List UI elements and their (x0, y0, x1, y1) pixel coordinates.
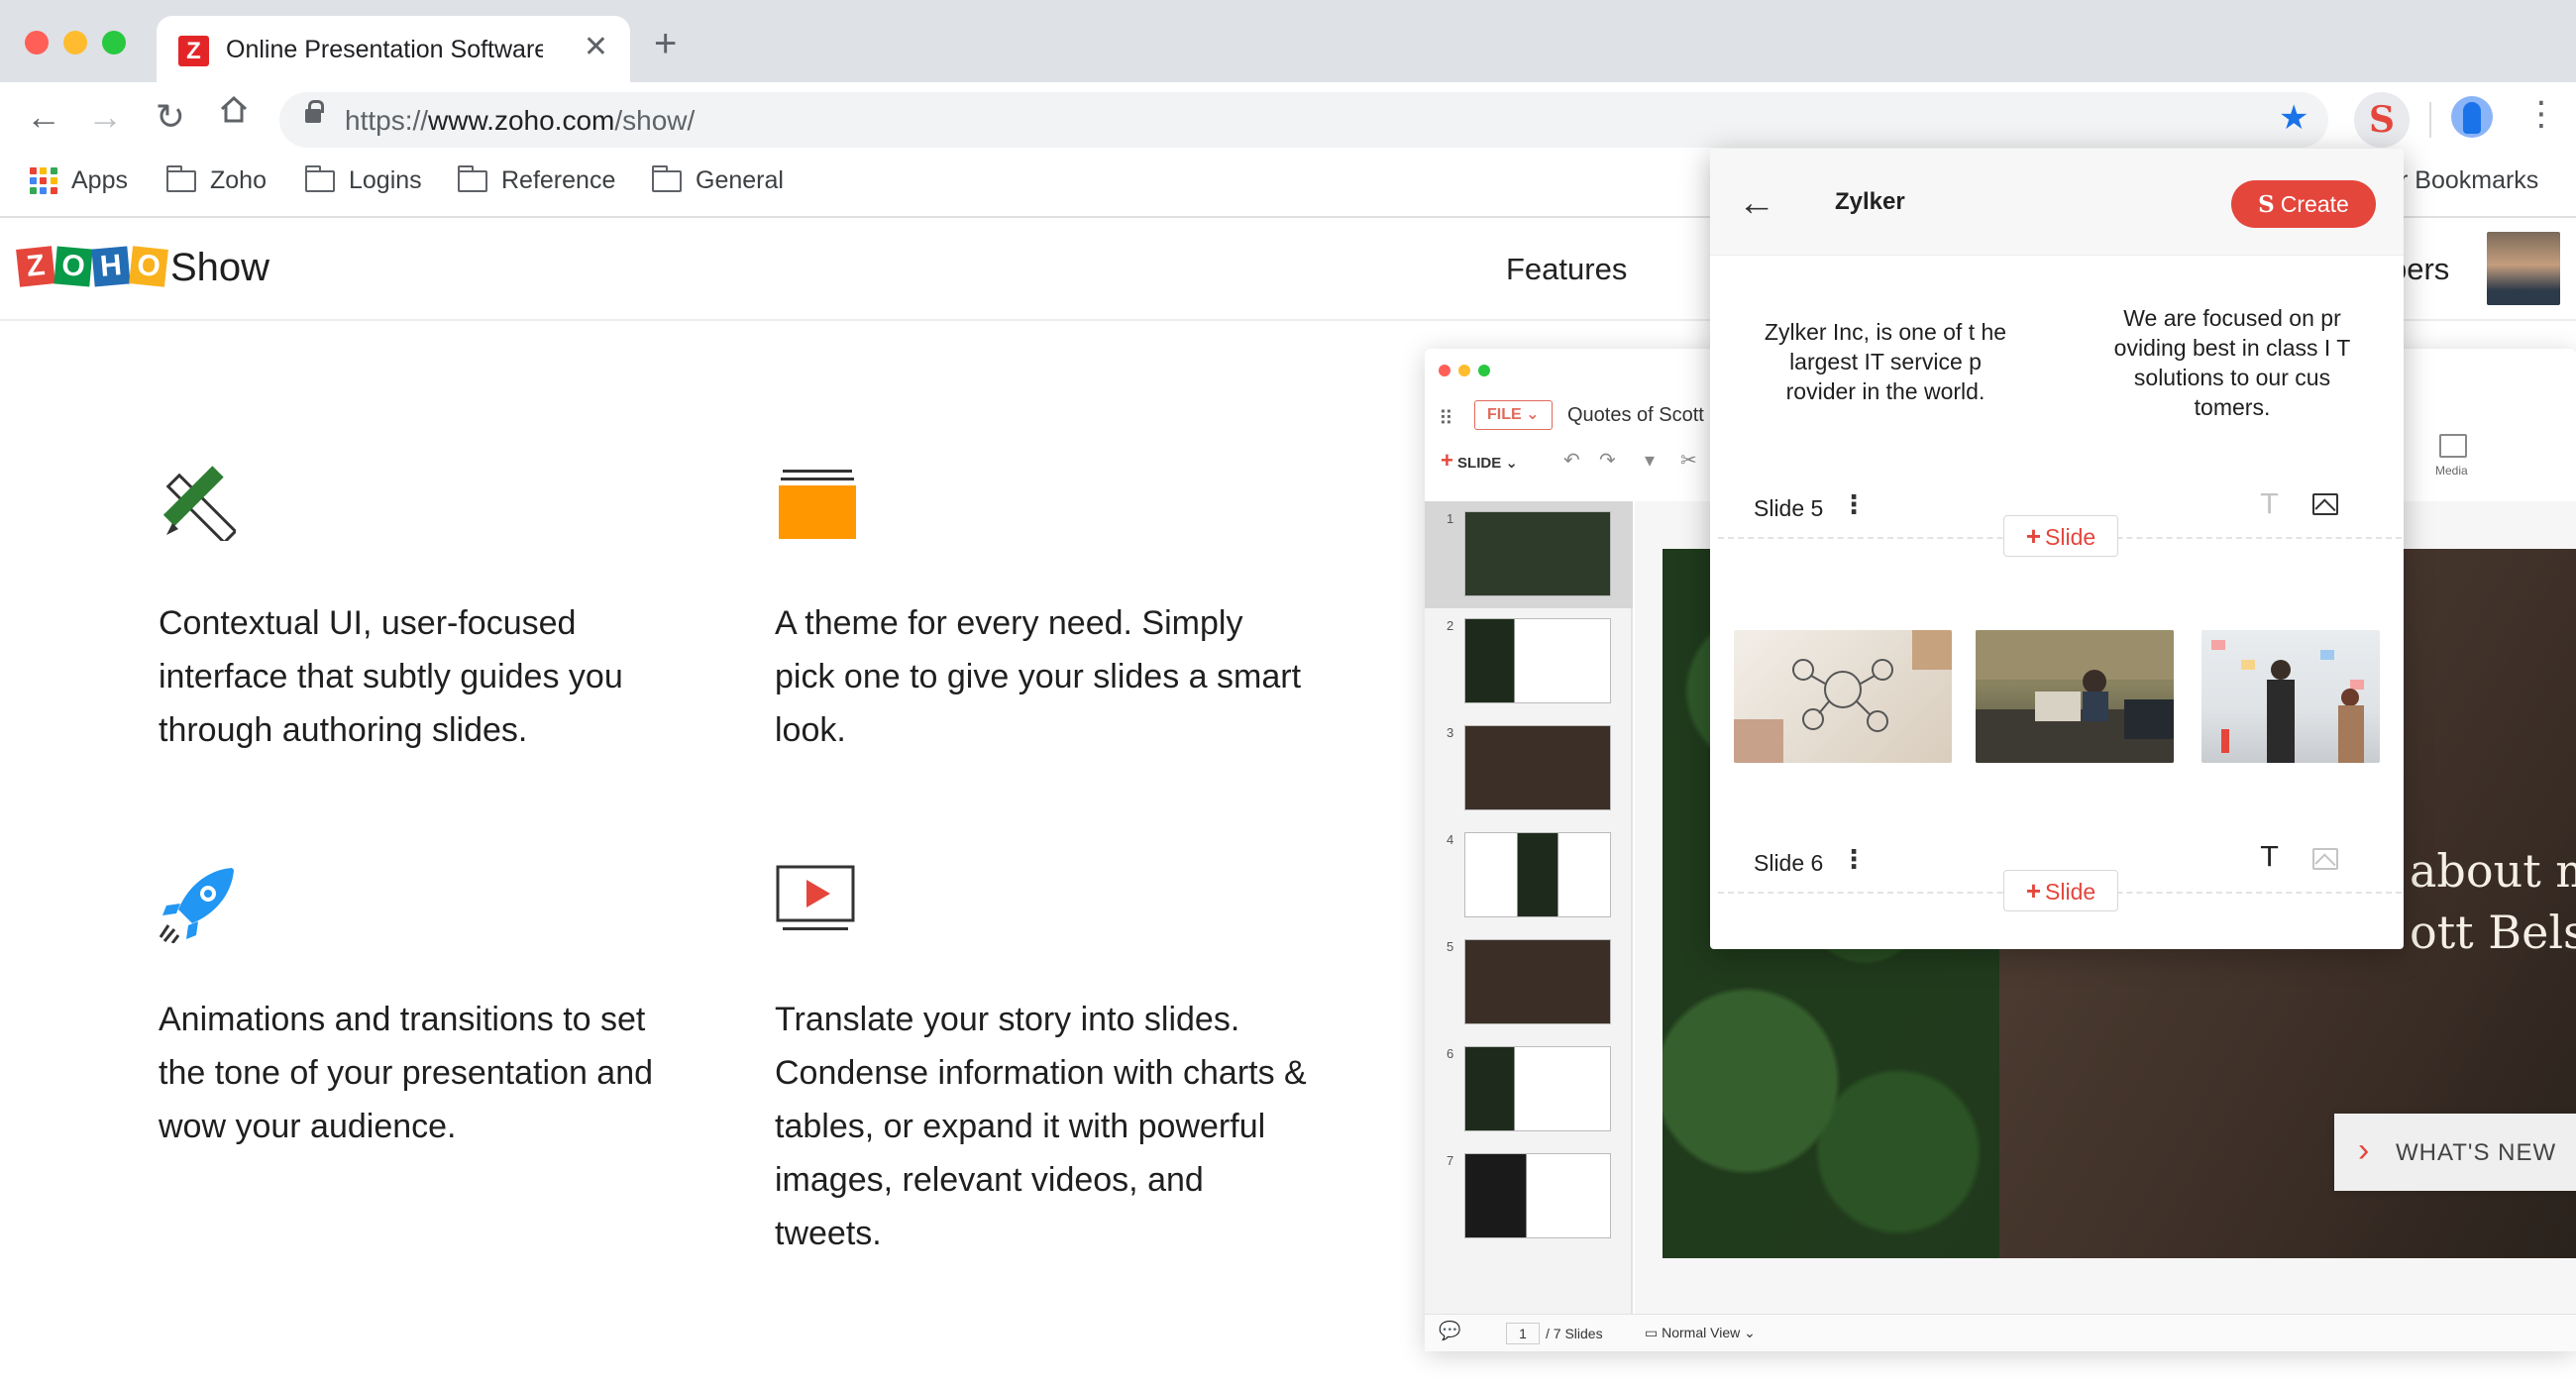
slide-thumbnail-panel: 1 2 3 4 5 6 7 (1425, 501, 1633, 1314)
bookmark-star-icon[interactable]: ★ (2279, 98, 2308, 138)
zoho-show-s-icon: S (2258, 191, 2275, 218)
address-bar[interactable]: https://www.zoho.com/show/ (279, 92, 2328, 148)
clip-text-left[interactable]: Zylker Inc, is one of t he largest IT se… (1752, 317, 2019, 406)
slide-thumbnail[interactable]: 5 (1425, 929, 1633, 1036)
window-minimize-button[interactable] (63, 31, 87, 54)
folder-icon (652, 164, 682, 192)
bookmark-apps[interactable]: Apps (30, 166, 128, 195)
media-icon[interactable] (2439, 434, 2467, 458)
slide-options-icon[interactable]: ⋮ (1841, 844, 1867, 875)
clip-text-right[interactable]: We are focused on pr oviding best in cla… (2098, 303, 2366, 422)
apps-grid-icon (30, 166, 57, 195)
slide-quote-line2: ott Belsky (2410, 906, 2576, 959)
bookmark-logins[interactable]: Logins (305, 164, 422, 195)
back-arrow-icon[interactable]: ← (22, 96, 65, 138)
slide-quote-line1: about mo (2410, 844, 2576, 898)
window-maximize-button[interactable] (102, 31, 126, 54)
format-paint-icon[interactable]: ▾ (1645, 448, 1655, 473)
popup-title: Zylker (1835, 188, 1905, 215)
bookmark-general[interactable]: General (652, 164, 784, 195)
app-status-bar: 💬 1/ 7 Slides ▭ Normal View ⌄ (1425, 1314, 2576, 1351)
browser-tab-strip: Z Online Presentation Software | ✕ + (0, 0, 2576, 82)
slide-thumbnail[interactable]: 3 (1425, 715, 1633, 822)
image-insert-icon[interactable] (2312, 493, 2338, 515)
rocket-icon (159, 864, 238, 948)
pencil-ruler-icon (157, 466, 238, 546)
zoho-logo[interactable]: Z O H O (16, 246, 168, 287)
redo-icon[interactable]: ↷ (1599, 448, 1616, 473)
scissors-icon[interactable]: ✂ (1680, 448, 1697, 473)
home-icon[interactable] (212, 92, 256, 135)
slide-options-icon[interactable]: ⋮ (1841, 489, 1867, 520)
tab-close-icon[interactable]: ✕ (584, 30, 608, 64)
folder-stack-icon (777, 468, 856, 546)
back-arrow-icon[interactable]: ← (1738, 182, 1775, 225)
feature-contextual-ui-text: Contextual UI, user-focused interface th… (159, 604, 623, 749)
add-slide-5-button[interactable]: + Slide (2003, 515, 2118, 557)
folder-icon (305, 164, 335, 192)
slide-thumbnail[interactable]: 4 (1425, 822, 1633, 929)
app-grid-icon[interactable]: ⠿ (1439, 406, 1453, 431)
page-indicator: 1/ 7 Slides (1506, 1323, 1603, 1344)
user-avatar[interactable] (2487, 232, 2560, 305)
slide-thumbnail[interactable]: 6 (1425, 1036, 1633, 1143)
create-button[interactable]: S Create (2231, 180, 2376, 228)
chevron-right-icon: › (2358, 1131, 2370, 1169)
zoho-show-s-icon: S (2369, 99, 2395, 141)
slide-thumbnail[interactable]: 2 (1425, 608, 1633, 715)
media-label: Media (2435, 464, 2468, 478)
toolbar-divider (2429, 102, 2431, 138)
slide-thumbnail[interactable]: 1 (1425, 501, 1633, 608)
window-close-button[interactable] (25, 31, 49, 54)
folder-icon (166, 164, 196, 192)
feature-themes-text: A theme for every need. Simply pick one … (775, 604, 1302, 749)
comment-icon[interactable]: 💬 (1439, 1321, 1460, 1341)
new-tab-button[interactable]: + (654, 22, 677, 66)
undo-icon[interactable]: ↶ (1563, 448, 1580, 473)
feature-animations-text: Animations and transitions to set the to… (159, 1001, 654, 1145)
whats-new-button[interactable]: › WHAT'S NEW (2334, 1114, 2576, 1191)
browser-toolbar: ← → ↻ https://www.zoho.com/show/ ★ S ⋮ (0, 82, 2576, 157)
zoho-show-extension-button[interactable]: S (2354, 92, 2410, 148)
app-window-dots (1439, 365, 1490, 376)
zoho-favicon-icon: Z (178, 36, 209, 66)
page-input[interactable]: 1 (1506, 1323, 1540, 1344)
text-insert-icon[interactable]: T (2261, 487, 2278, 520)
reload-icon[interactable]: ↻ (149, 96, 192, 138)
text-insert-icon[interactable]: T (2261, 840, 2278, 873)
bookmark-zoho[interactable]: Zoho (166, 164, 267, 195)
popup-header: ← Zylker S Create (1710, 149, 2404, 256)
bookmark-other[interactable]: r Bookmarks (2400, 166, 2538, 195)
new-slide-button[interactable]: + SLIDE ⌄ (1441, 448, 1518, 474)
browser-tab-active[interactable]: Z Online Presentation Software | ✕ (157, 16, 630, 82)
add-slide-6-button[interactable]: + Slide (2003, 870, 2118, 911)
view-mode-dropdown[interactable]: ▭ Normal View ⌄ (1645, 1325, 1756, 1341)
document-title[interactable]: Quotes of Scott (1567, 404, 1704, 427)
zoho-show-extension-popup: ← Zylker S Create Zylker Inc, is one of t… (1710, 149, 2404, 949)
clip-photo-whiteboard[interactable] (2201, 630, 2380, 763)
slide-thumbnail[interactable]: 7 (1425, 1143, 1633, 1250)
video-play-icon (775, 864, 856, 938)
address-url[interactable]: https://www.zoho.com/show/ (345, 105, 695, 137)
bookmark-reference[interactable]: Reference (458, 164, 615, 195)
tab-title: Online Presentation Software | (226, 36, 543, 63)
lock-icon (305, 100, 324, 123)
feature-storytelling-text: Translate your story into slides. Conden… (775, 1001, 1307, 1252)
product-name[interactable]: Show (170, 246, 269, 290)
profile-avatar-icon[interactable] (2451, 96, 2493, 138)
file-menu-button[interactable]: FILE ⌄ (1474, 400, 1553, 430)
clip-photo-office[interactable] (1976, 630, 2174, 763)
image-insert-icon[interactable] (2312, 848, 2338, 870)
folder-icon (458, 164, 487, 192)
forward-arrow-icon[interactable]: → (83, 96, 127, 138)
clip-photo-sketch[interactable] (1734, 630, 1952, 763)
nav-features[interactable]: Features (1506, 252, 1627, 287)
browser-menu-icon[interactable]: ⋮ (2524, 94, 2558, 134)
